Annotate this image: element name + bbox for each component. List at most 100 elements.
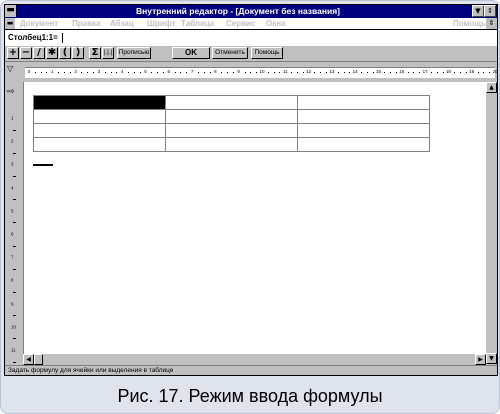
table-cell[interactable] bbox=[297, 137, 430, 152]
table-cell[interactable] bbox=[33, 137, 166, 152]
ruler-number: 9 bbox=[237, 69, 240, 74]
table-cell[interactable] bbox=[297, 123, 430, 138]
title-bar: ▬ Внутренний редактор - [Документ без на… bbox=[5, 5, 497, 18]
minus-button[interactable]: − bbox=[20, 47, 32, 59]
ruler-tick bbox=[413, 72, 415, 73]
figure-frame: ▬ Внутренний редактор - [Документ без на… bbox=[0, 0, 500, 414]
ruler-tick bbox=[13, 222, 16, 224]
ruler-tick bbox=[46, 72, 48, 73]
ruler-tick bbox=[320, 72, 322, 73]
ruler-tick bbox=[366, 72, 368, 73]
open-paren-button[interactable]: ( bbox=[59, 47, 71, 59]
ruler-tick bbox=[110, 72, 112, 73]
menu-edit[interactable]: Правка bbox=[72, 18, 100, 29]
scroll-down-button[interactable]: ▼ bbox=[486, 353, 497, 364]
ruler-tick bbox=[34, 72, 36, 73]
menu-document[interactable]: Документ bbox=[20, 18, 58, 29]
close-paren-button[interactable]: ) bbox=[72, 47, 84, 59]
ruler-tick bbox=[395, 72, 397, 73]
window-title: Внутренний редактор - [Документ без назв… bbox=[135, 6, 341, 16]
restore-icon: ⇕ bbox=[487, 7, 493, 15]
vertical-scrollbar[interactable]: ▲ ▼ bbox=[486, 82, 497, 364]
formula-input[interactable]: Столбец1:1= bbox=[8, 30, 58, 46]
menu-help[interactable]: Помощь bbox=[453, 18, 486, 29]
menu-paragraph[interactable]: Абзац bbox=[110, 18, 134, 29]
table-row bbox=[33, 109, 430, 124]
table-cell[interactable] bbox=[33, 123, 166, 138]
ruler-tick bbox=[13, 268, 16, 270]
plus-button[interactable]: + bbox=[7, 47, 19, 59]
ruler-tick bbox=[13, 152, 16, 154]
ruler-tick bbox=[209, 72, 211, 73]
ruler-tick bbox=[174, 72, 176, 73]
ruler-tick bbox=[13, 338, 16, 340]
ruler-tick bbox=[302, 72, 304, 73]
scroll-thumb[interactable] bbox=[34, 354, 43, 365]
doc-system-menu-button[interactable]: ▬ bbox=[5, 18, 15, 29]
table-cell[interactable] bbox=[165, 95, 298, 110]
multiply-button[interactable]: ✱ bbox=[46, 47, 58, 59]
text-caret bbox=[62, 33, 63, 43]
arrow-up-icon: ▲ bbox=[489, 84, 494, 91]
ruler-tick bbox=[244, 72, 246, 73]
ruler-number: 8 bbox=[11, 277, 14, 283]
bars-button[interactable]: |.|.| bbox=[102, 47, 114, 59]
table-cell-selected[interactable] bbox=[33, 95, 166, 110]
scroll-left-button[interactable]: ◀ bbox=[23, 354, 34, 365]
help-button[interactable]: Помощь bbox=[251, 47, 283, 59]
table-cell[interactable] bbox=[33, 109, 166, 124]
ruler-tick bbox=[314, 72, 316, 73]
restore-button[interactable]: ⇕ bbox=[484, 5, 496, 17]
menu-tools[interactable]: Сервис bbox=[226, 18, 255, 29]
in-words-button[interactable]: Прописью bbox=[117, 47, 151, 59]
minus-icon: ▬ bbox=[6, 19, 14, 27]
menu-table[interactable]: Таблица bbox=[181, 18, 214, 29]
ruler-tick bbox=[69, 72, 71, 73]
table-cell[interactable] bbox=[165, 123, 298, 138]
ruler-tick bbox=[372, 72, 374, 73]
ruler-number: 3 bbox=[11, 161, 14, 167]
ruler-tick bbox=[483, 72, 485, 73]
doc-restore-button[interactable]: ⇕ bbox=[486, 18, 497, 29]
ruler-tick bbox=[13, 361, 16, 363]
ruler-tick bbox=[250, 72, 252, 73]
arrow-right-icon: ▶ bbox=[478, 356, 483, 363]
ruler-scale: 0 1 2 3 4 5 6 7 8 9 10 11 12 13 14 15 16 17 18 19 20 bbox=[25, 67, 498, 78]
ruler-tick bbox=[151, 72, 153, 73]
ruler-tick bbox=[162, 72, 164, 73]
ruler-number: 19 bbox=[469, 69, 475, 74]
table-cell[interactable] bbox=[165, 137, 298, 152]
ruler-tick bbox=[203, 72, 205, 73]
table-cell[interactable] bbox=[297, 95, 430, 110]
scroll-right-button[interactable]: ▶ bbox=[475, 354, 486, 365]
divide-button[interactable]: / bbox=[33, 47, 45, 59]
ruler-tick bbox=[349, 72, 351, 73]
ruler-number: 0 bbox=[27, 69, 31, 74]
table-cell[interactable] bbox=[297, 109, 430, 124]
ruler-tick bbox=[430, 72, 432, 73]
horizontal-scrollbar[interactable]: ◀ ▶ bbox=[23, 354, 486, 365]
ruler-tick bbox=[279, 72, 281, 73]
ok-button[interactable]: OK bbox=[172, 47, 210, 59]
ruler-number: 10 bbox=[259, 69, 265, 74]
ruler-number: 2 bbox=[74, 69, 77, 74]
ruler-tick bbox=[104, 72, 106, 73]
ruler-tick bbox=[454, 72, 456, 73]
ruler-tick bbox=[40, 72, 42, 73]
table-cell[interactable] bbox=[165, 109, 298, 124]
document-area[interactable] bbox=[23, 82, 487, 354]
sum-button[interactable]: Σ bbox=[89, 47, 101, 59]
formula-bar[interactable]: Столбец1:1= bbox=[5, 30, 497, 47]
ruler-tick bbox=[465, 72, 467, 73]
ruler-tick bbox=[477, 72, 479, 73]
cancel-button[interactable]: Отменить bbox=[212, 47, 248, 59]
menu-windows[interactable]: Окна bbox=[266, 18, 286, 29]
arrow-right-icon[interactable]: ⇨ bbox=[7, 87, 15, 97]
table-row bbox=[33, 137, 430, 152]
menu-font[interactable]: Шрифт bbox=[147, 18, 176, 29]
ruler-number: 12 bbox=[306, 69, 312, 74]
ruler-number: 6 bbox=[167, 69, 171, 74]
scroll-up-button[interactable]: ▲ bbox=[486, 82, 497, 93]
ruler-tick bbox=[419, 72, 421, 73]
minimize-button[interactable]: ▼ bbox=[472, 5, 484, 17]
